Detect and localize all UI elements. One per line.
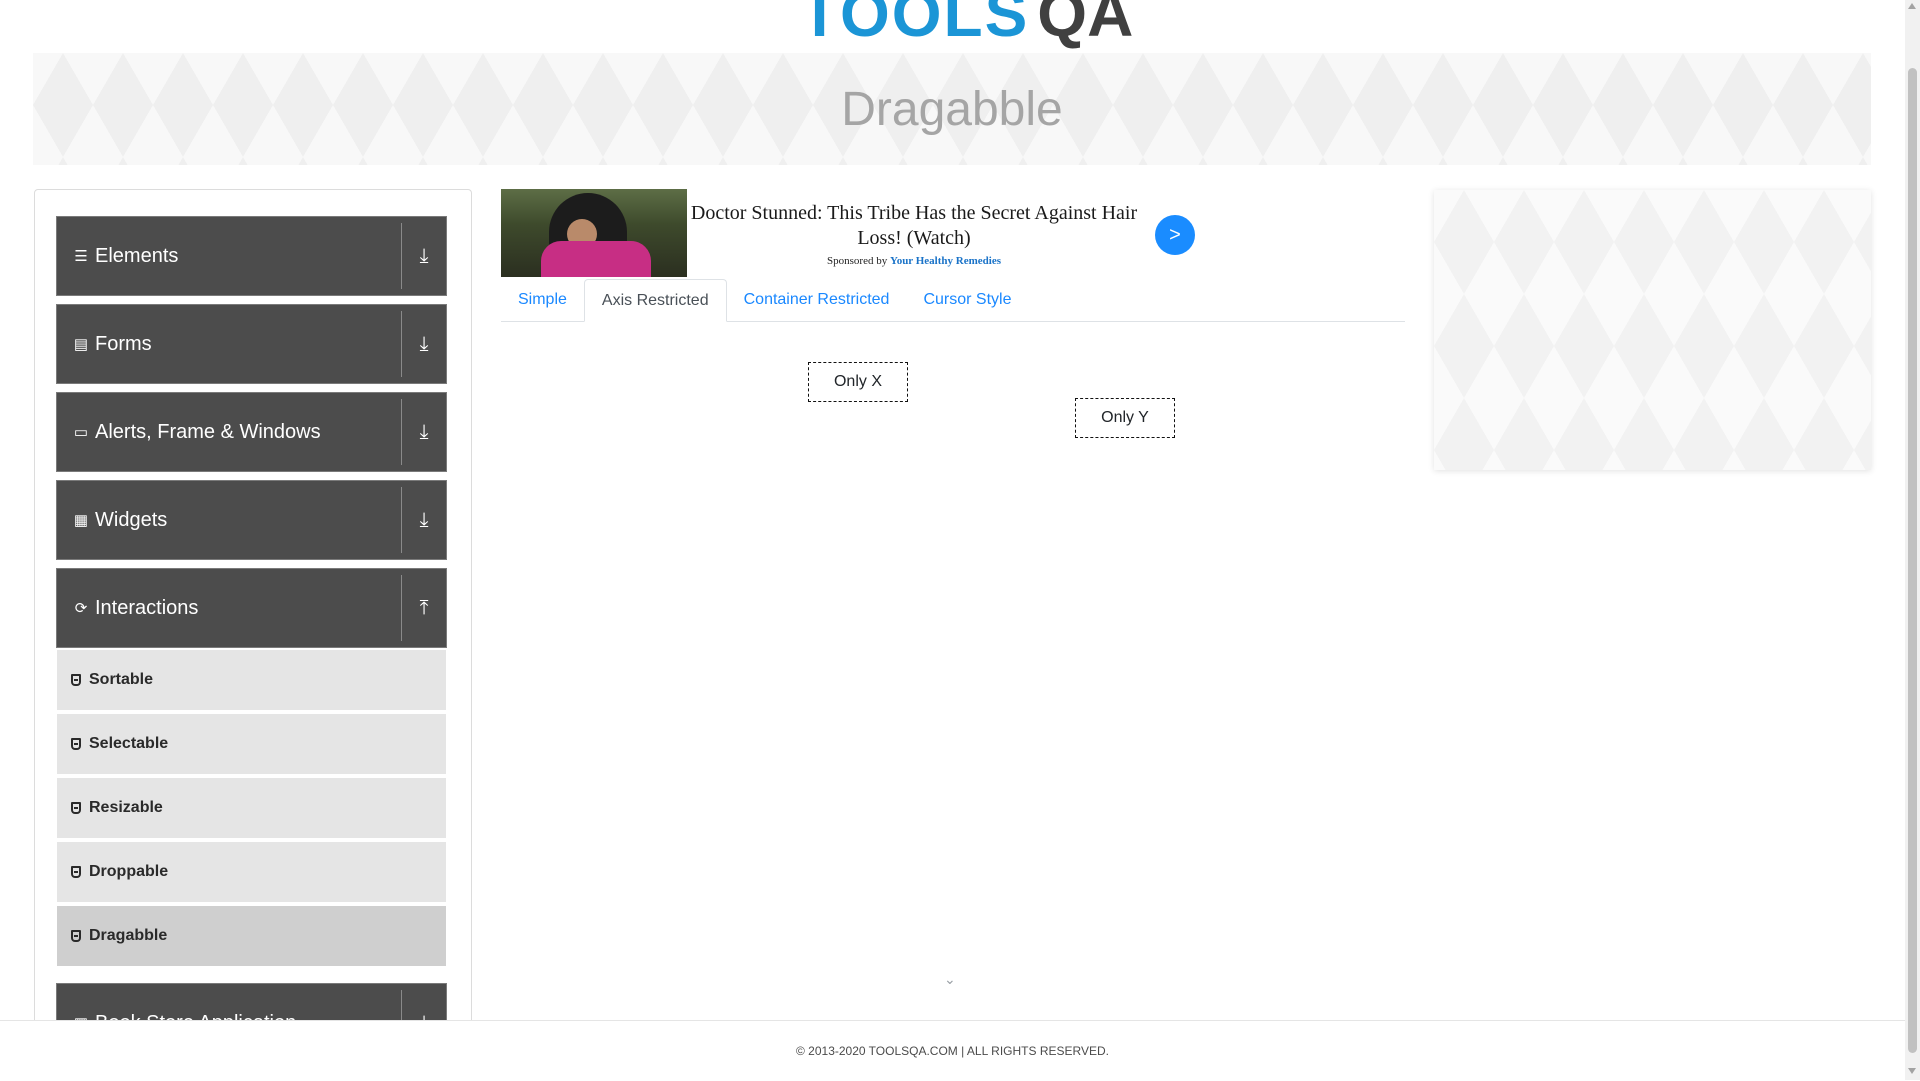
right-ad-slot[interactable] [1434,190,1871,470]
sidebar-item-label: Dragabble [89,927,168,944]
toolsqa-logo[interactable]: TOOLS QA [800,0,1133,46]
sponsored-by-label: Sponsored by [827,255,888,267]
sidebar-group-widgets[interactable]: ▦ Widgets ⤓ [56,480,447,560]
footer: © 2013-2020 TOOLSQA.COM | ALL RIGHTS RES… [0,1020,1905,1081]
sidebar-group-forms[interactable]: ▤ Forms ⤓ [56,304,447,384]
sidebar-item-resizable[interactable]: Resizable [57,778,446,840]
ad-image[interactable] [501,189,687,277]
sponsored-ad[interactable]: Doctor Stunned: This Tribe Has the Secre… [501,189,1231,277]
shield-icon [71,674,81,686]
page-title: Dragabble [841,82,1063,136]
sidebar-group-label: Alerts, Frame & Windows [95,420,321,443]
only-x-draggable[interactable]: Only X [808,362,908,402]
sidebar-group-elements[interactable]: ☰ Elements ⤓ [56,216,447,296]
sidebar-group-interactions[interactable]: ⟳ Interactions ⤒ [56,568,447,648]
sidebar: ☰ Elements ⤓ ▤ Forms ⤓ ▭ Alerts, Frame &… [34,189,472,1051]
upload-icon[interactable]: ⤒ [402,597,446,620]
scroll-down-icon[interactable] [1908,1068,1916,1074]
shield-icon [71,738,81,750]
download-icon[interactable]: ⤓ [402,421,446,444]
sidebar-item-droppable[interactable]: Droppable [57,842,446,904]
logo-text: TOOLS [800,0,1030,50]
hamburger-icon: ☰ [74,248,88,265]
tab-container-restricted[interactable]: Container Restricted [727,279,907,320]
tab-simple[interactable]: Simple [501,279,584,320]
sidebar-item-selectable[interactable]: Selectable [57,714,446,776]
tab-bar: Simple Axis Restricted Container Restric… [501,279,1405,322]
sidebar-item-label: Droppable [89,863,169,880]
chevron-down-icon[interactable]: ⌄ [944,971,958,987]
scrollbar[interactable] [1905,0,1920,1080]
sidebar-item-label: Sortable [89,671,154,688]
sidebar-group-label: Elements [95,244,179,267]
copyright-text: © 2013-2020 TOOLSQA.COM | ALL RIGHTS RES… [796,1044,1109,1058]
scroll-thumb[interactable] [1908,68,1917,1053]
download-icon[interactable]: ⤓ [402,509,446,532]
sidebar-group-label: Interactions [95,596,199,619]
sponsor-link[interactable]: Your Healthy Remedies [890,255,1001,267]
sync-icon: ⟳ [74,600,88,617]
ad-sponsor-line: Sponsored by Your Healthy Remedies [687,255,1141,267]
ad-title[interactable]: Doctor Stunned: This Tribe Has the Secre… [687,201,1141,251]
scroll-up-icon[interactable] [1908,3,1916,9]
shield-icon [71,930,81,942]
shield-icon [71,866,81,878]
sidebar-item-label: Resizable [89,799,163,816]
shield-icon [71,802,81,814]
widgets-icon: ▦ [73,512,89,529]
sidebar-item-dragabble[interactable]: Dragabble [57,906,446,968]
tab-cursor-style[interactable]: Cursor Style [906,279,1028,320]
ad-body[interactable]: Doctor Stunned: This Tribe Has the Secre… [687,189,1141,267]
page-banner: Dragabble [33,53,1871,165]
sidebar-item-label: Selectable [89,735,169,752]
document-icon: ▤ [73,336,89,353]
logo-qa: QA [1037,0,1134,50]
sidebar-group-label: Forms [95,332,152,355]
window-icon: ▭ [73,424,89,441]
only-y-draggable[interactable]: Only Y [1075,398,1175,438]
sidebar-group-label: Widgets [95,508,168,531]
sidebar-item-sortable[interactable]: Sortable [57,650,446,712]
tab-axis-restricted[interactable]: Axis Restricted [583,279,727,322]
sidebar-group-alerts[interactable]: ▭ Alerts, Frame & Windows ⤓ [56,392,447,472]
ad-go-button[interactable]: > [1155,215,1195,255]
download-icon[interactable]: ⤓ [402,333,446,356]
download-icon[interactable]: ⤓ [402,245,446,268]
